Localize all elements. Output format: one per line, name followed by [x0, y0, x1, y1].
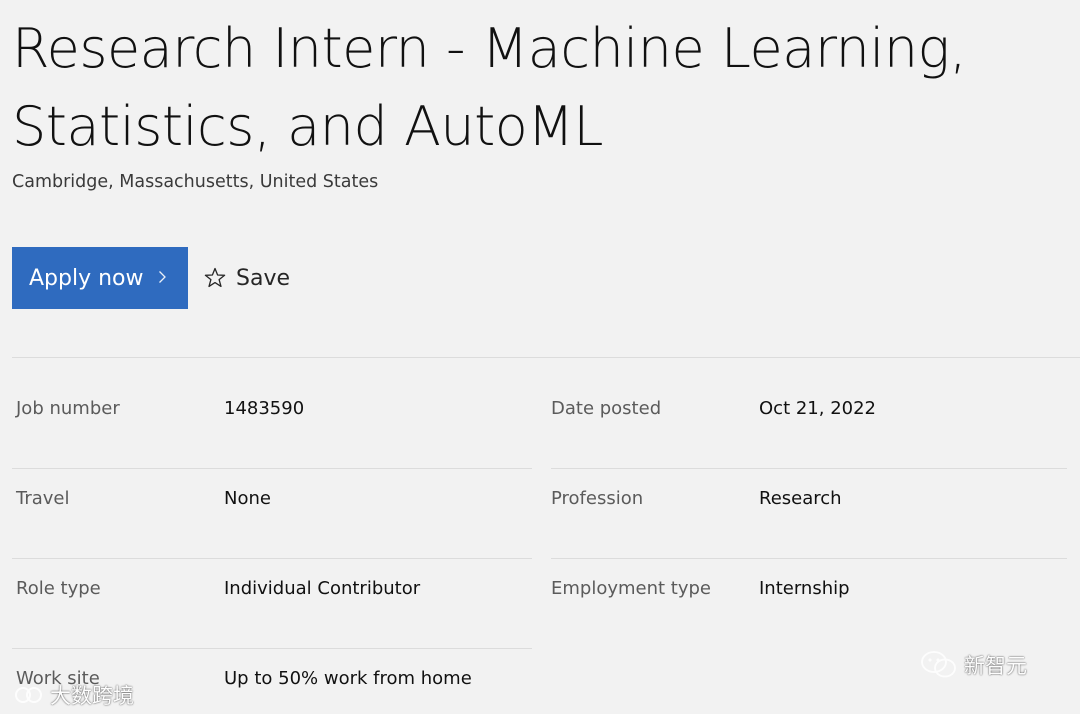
- role-type-label: Role type: [16, 578, 101, 599]
- watermark-right-text: 新智元: [964, 654, 1027, 678]
- wechat-icon: [920, 650, 958, 680]
- profession-label: Profession: [551, 488, 644, 509]
- apply-now-button[interactable]: Apply now: [12, 247, 188, 309]
- save-label: Save: [236, 265, 291, 291]
- role-type-value: Individual Contributor: [224, 578, 421, 599]
- watermark-left: 大数跨境: [14, 680, 134, 710]
- row-divider: [12, 558, 532, 559]
- chevron-right-icon: [158, 268, 167, 289]
- work-site-value: Up to 50% work from home: [224, 668, 472, 689]
- date-posted-value: Oct 21, 2022: [759, 398, 876, 419]
- star-outline-icon: [203, 266, 227, 290]
- row-divider: [12, 468, 532, 469]
- job-number-value: 1483590: [224, 398, 305, 419]
- row-divider: [551, 558, 1067, 559]
- travel-label: Travel: [16, 488, 70, 509]
- job-location: Cambridge, Massachusetts, United States: [12, 172, 379, 192]
- logo-icon: [14, 685, 44, 705]
- employment-type-value: Internship: [759, 578, 850, 599]
- watermark-right: 新智元: [920, 650, 1027, 680]
- header-divider: [12, 357, 1080, 358]
- save-button[interactable]: Save: [203, 258, 290, 298]
- job-number-label: Job number: [16, 398, 120, 419]
- date-posted-label: Date posted: [551, 398, 662, 419]
- watermark-left-text: 大数跨境: [50, 684, 134, 708]
- row-divider: [551, 468, 1067, 469]
- apply-now-label: Apply now: [29, 265, 144, 291]
- row-divider: [12, 648, 532, 649]
- employment-type-label: Employment type: [551, 578, 712, 599]
- travel-value: None: [224, 488, 271, 509]
- job-title: Research Intern - Machine Learning, Stat…: [12, 17, 967, 158]
- profession-value: Research: [759, 488, 842, 509]
